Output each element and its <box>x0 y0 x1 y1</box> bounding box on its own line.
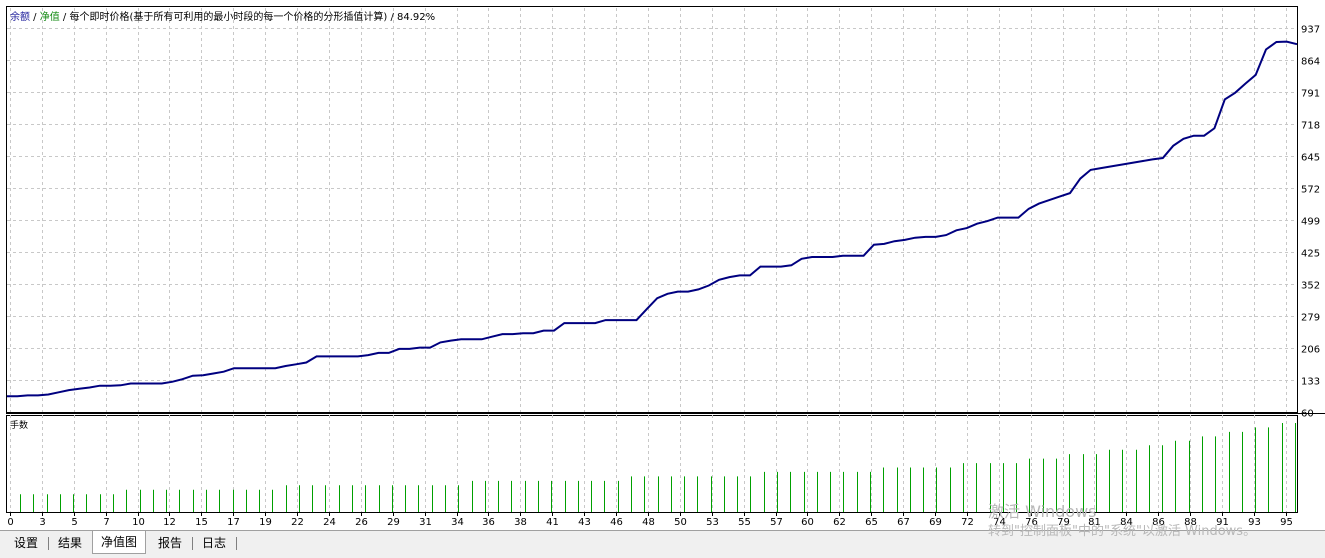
x-tick-label: 19 <box>259 517 272 528</box>
tab-journal[interactable]: 日志 <box>194 533 234 553</box>
y-tick-label: 937 <box>1301 25 1320 36</box>
activation-watermark: 激活 Windows 转到"控制面板"中的"系统"以激活 Windows。 <box>988 502 1256 542</box>
x-tick-label: 31 <box>419 517 432 528</box>
y-tick-label: 645 <box>1301 153 1320 164</box>
x-tick-label: 48 <box>642 517 655 528</box>
x-tick-label: 55 <box>738 517 751 528</box>
tab-settings[interactable]: 设置 <box>6 533 46 553</box>
x-tick-label: 46 <box>610 517 623 528</box>
y-tick-label: 791 <box>1301 89 1320 100</box>
chart-header: 余额 / 净值 / 每个即时价格(基于所有可利用的最小时段的每一个价格的分形插值… <box>10 8 435 23</box>
chart-canvas: 937864791718645572499425352279206133600 3… <box>6 6 1325 528</box>
y-tick-label: 425 <box>1301 249 1320 260</box>
tab-label: 设置 <box>14 536 39 550</box>
x-tick-label: 41 <box>546 517 559 528</box>
x-tick-label: 95 <box>1280 517 1293 528</box>
tab-results[interactable]: 结果 <box>50 533 90 553</box>
x-tick-label: 50 <box>674 517 687 528</box>
tab-divider <box>236 537 237 550</box>
y-tick-label: 60 <box>1301 409 1314 420</box>
x-tick-label: 29 <box>387 517 400 528</box>
x-tick-label: 53 <box>706 517 719 528</box>
x-tick-label: 5 <box>71 517 77 528</box>
tab-report[interactable]: 报告 <box>150 533 190 553</box>
x-tick-label: 67 <box>897 517 910 528</box>
y-tick-label: 718 <box>1301 121 1320 132</box>
tab-label: 日志 <box>202 536 227 550</box>
header-separator: / <box>30 12 40 23</box>
modeling-quality: 84.92% <box>397 12 436 23</box>
y-tick-label: 864 <box>1301 57 1320 68</box>
y-tick-label: 499 <box>1301 217 1320 228</box>
y-tick-label: 279 <box>1301 313 1320 324</box>
y-tick-label: 206 <box>1301 345 1320 356</box>
lots-label: 手数 <box>10 421 29 431</box>
equity-chart: 937 864 791 718 645 572 499 425 352 279 206 133 60 0 3… <box>0 0 1325 530</box>
x-tick-label: 12 <box>163 517 176 528</box>
x-tick-label: 69 <box>929 517 942 528</box>
x-tick-label: 17 <box>227 517 240 528</box>
x-tick-label: 62 <box>833 517 846 528</box>
y-tick-label: 572 <box>1301 185 1320 196</box>
x-tick-label: 38 <box>514 517 527 528</box>
lots-plot-frame <box>6 415 1298 513</box>
equity-legend: 净值 <box>39 12 60 23</box>
x-tick-label: 34 <box>451 517 464 528</box>
x-tick-label: 10 <box>132 517 145 528</box>
x-tick-label: 24 <box>323 517 336 528</box>
x-tick-label: 36 <box>482 517 495 528</box>
tab-label: 结果 <box>58 536 83 550</box>
y-tick-label: 352 <box>1301 281 1320 292</box>
x-tick-label: 72 <box>961 517 974 528</box>
tab-label: 净值图 <box>101 535 138 549</box>
y-tick-label: 133 <box>1301 377 1320 388</box>
x-tick-label: 43 <box>578 517 591 528</box>
x-tick-label: 0 <box>7 517 13 528</box>
x-tick-label: 65 <box>865 517 878 528</box>
tab-divider <box>192 537 193 550</box>
model-description: 每个即时价格(基于所有可利用的最小时段的每一个价格的分形插值计算) <box>69 12 388 23</box>
x-tick-label: 15 <box>195 517 208 528</box>
x-tick-label: 7 <box>103 517 109 528</box>
main-plot-frame <box>6 6 1298 413</box>
tab-equity-chart[interactable]: 净值图 <box>92 531 147 554</box>
x-tick-label: 3 <box>39 517 45 528</box>
header-separator: / <box>59 12 70 23</box>
x-tick-label: 22 <box>291 517 304 528</box>
x-tick-label: 60 <box>801 517 814 528</box>
balance-line <box>7 40 1298 398</box>
header-separator: / <box>387 12 398 23</box>
watermark-title: 激活 Windows <box>988 502 1097 521</box>
x-tick-label: 26 <box>355 517 368 528</box>
x-tick-label: 57 <box>770 517 783 528</box>
watermark-text: 转到"控制面板"中的"系统"以激活 Windows。 <box>988 524 1257 539</box>
tab-divider <box>48 537 49 550</box>
balance-legend: 余额 <box>10 12 30 23</box>
tab-label: 报告 <box>158 536 183 550</box>
